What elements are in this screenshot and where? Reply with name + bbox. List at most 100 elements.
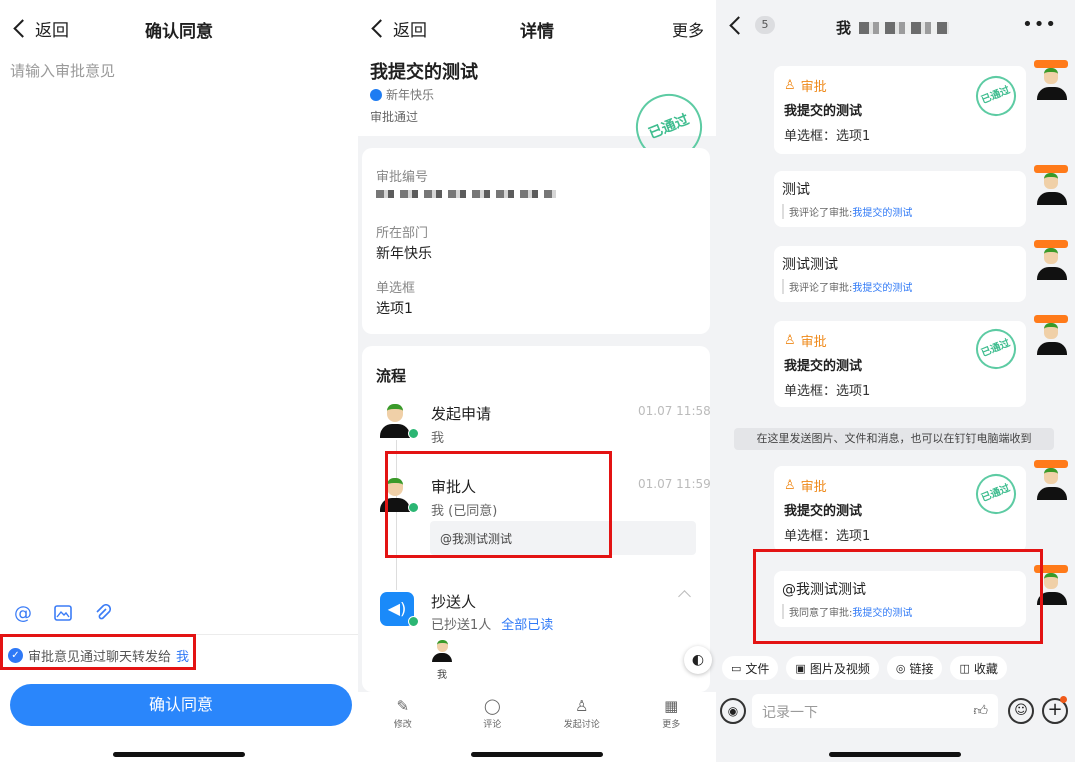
thumbs-up-icon[interactable]: 👍︎: [973, 702, 988, 719]
discussion-icon: ♙: [575, 697, 589, 715]
org-icon: [370, 88, 382, 101]
quote-prefix: 我评论了审批:: [789, 283, 853, 294]
stamp-icon: ♙: [784, 333, 796, 348]
message-line: 单选框：选项1: [784, 529, 871, 544]
avatar[interactable]: [1034, 240, 1068, 280]
more-icon[interactable]: •••: [1022, 14, 1057, 35]
quote-link[interactable]: 我提交的测试: [852, 283, 912, 294]
nav-bar: 返回 确认同意: [0, 0, 358, 56]
edit-action[interactable]: ✎ 修改: [373, 698, 433, 762]
home-indicator: [113, 752, 245, 757]
step-time: 01.07 11:59: [638, 477, 711, 491]
file-chip[interactable]: ▭ 文件: [722, 656, 779, 680]
assistant-icon[interactable]: ◐: [684, 646, 712, 674]
message-title: 我提交的测试: [784, 504, 863, 519]
avatar: [380, 404, 410, 438]
chat-title: 我: [836, 17, 950, 38]
approval-message[interactable]: ♙ 审批 我提交的测试 单选框：选项1 已通过: [774, 66, 1026, 154]
message-title: 我提交的测试: [784, 359, 863, 374]
field-value: 新年快乐: [376, 246, 432, 262]
at-icon[interactable]: @: [12, 602, 34, 624]
favorite-chip[interactable]: ◫ 收藏: [950, 656, 1007, 680]
media-chip[interactable]: ▣ 图片及视频: [786, 656, 879, 680]
tag-label: 审批: [800, 80, 827, 95]
tag-label: 审批: [800, 335, 827, 350]
avatar[interactable]: [1034, 60, 1068, 100]
approval-tag: ♙ 审批: [784, 331, 827, 350]
microphone-icon[interactable]: ◉: [720, 698, 746, 724]
step-person: 已抄送1人 全部已读: [431, 614, 553, 633]
cc-member: 我: [437, 670, 447, 681]
org-name: 新年快乐: [386, 88, 435, 102]
redacted-serial: [376, 190, 556, 198]
link-icon: ◎: [895, 661, 906, 675]
read-status-link[interactable]: 全部已读: [501, 618, 553, 633]
approval-message[interactable]: ♙ 审批 我提交的测试 单选框：选项1 已通过: [774, 321, 1026, 407]
unread-badge: 5: [755, 16, 775, 34]
approved-stamp: 已通过: [969, 69, 1023, 123]
comment-icon: ◯: [483, 697, 501, 715]
comment-message[interactable]: 测试测试 我评论了审批:我提交的测试: [774, 246, 1026, 302]
avatar[interactable]: [1034, 460, 1068, 500]
bookmark-icon: ◫: [959, 661, 970, 675]
process-title: 流程: [376, 367, 407, 385]
input-placeholder: 记录一下: [762, 705, 818, 721]
step-time: 01.07 11:58: [638, 404, 711, 418]
quote-link[interactable]: 我提交的测试: [852, 208, 912, 219]
page-title: 详情: [520, 22, 554, 42]
highlight-box: [385, 451, 612, 558]
attachment-icon[interactable]: [92, 602, 114, 624]
chat-name: 我: [836, 19, 852, 37]
message-title: 我提交的测试: [784, 104, 863, 119]
notification-dot: [1060, 696, 1067, 703]
approved-check-icon: [408, 616, 419, 627]
step-name: 抄送人: [431, 593, 477, 611]
approval-title: 我提交的测试: [370, 62, 478, 83]
stamp-icon: ♙: [784, 78, 796, 93]
message-input-bar: ◉ 记录一下 👍︎ ☺ +: [716, 694, 1075, 730]
nav-label: 更多: [662, 720, 681, 730]
chip-label: 收藏: [973, 661, 998, 676]
edit-icon: ✎: [396, 697, 410, 715]
folder-icon: ▭: [731, 661, 742, 675]
approval-tag: ♙ 审批: [784, 76, 827, 95]
field-value: 选项1: [376, 301, 413, 317]
approved-check-icon: [408, 428, 419, 439]
link-chip[interactable]: ◎ 链接: [886, 656, 943, 680]
highlight-box: [0, 634, 196, 670]
system-notice: 在这里发送图片、文件和消息，也可以在钉钉电脑端收到: [734, 428, 1054, 450]
approved-stamp: 已通过: [969, 467, 1023, 521]
back-button[interactable]: 5: [728, 15, 775, 35]
message-text: 测试测试: [782, 257, 838, 273]
stamp-icon: ♙: [784, 478, 796, 493]
page-title: 确认同意: [145, 22, 213, 42]
message-input[interactable]: 记录一下 👍︎: [752, 694, 998, 728]
chip-label: 文件: [745, 661, 770, 676]
opinion-input[interactable]: 请输入审批意见: [10, 60, 115, 81]
avatar[interactable]: [1034, 165, 1068, 205]
avatar[interactable]: [1034, 315, 1068, 355]
nav-bar: 5 我 •••: [716, 0, 1075, 56]
highlight-box: [753, 549, 1043, 644]
nav-label: 评论: [483, 720, 502, 730]
comment-message[interactable]: 测试 我评论了审批:我提交的测试: [774, 171, 1026, 227]
input-toolbar: @: [12, 602, 114, 624]
grid-icon: ▦: [664, 697, 679, 715]
cc-count: 已抄送1人: [431, 618, 492, 633]
chip-label: 图片及视频: [809, 661, 870, 676]
confirm-agree-button[interactable]: 确认同意: [10, 684, 352, 726]
redacted-name: [859, 21, 950, 34]
field-label: 单选框: [376, 281, 416, 296]
home-indicator: [829, 752, 961, 757]
quick-actions: ▭ 文件 ▣ 图片及视频 ◎ 链接 ◫ 收藏: [716, 656, 1075, 680]
step-person: 我: [431, 431, 445, 446]
organization: 新年快乐: [370, 86, 434, 103]
approval-message[interactable]: ♙ 审批 我提交的测试 单选框：选项1 已通过: [774, 466, 1026, 552]
more-action[interactable]: ▦ 更多: [641, 698, 701, 762]
emoji-icon[interactable]: ☺: [1008, 698, 1034, 724]
more-button[interactable]: 更多: [672, 17, 704, 41]
image-icon[interactable]: [52, 602, 74, 624]
message-quote: 我评论了审批:我提交的测试: [782, 279, 912, 294]
message-line: 单选框：选项1: [784, 384, 871, 399]
quote-prefix: 我评论了审批:: [789, 208, 853, 219]
